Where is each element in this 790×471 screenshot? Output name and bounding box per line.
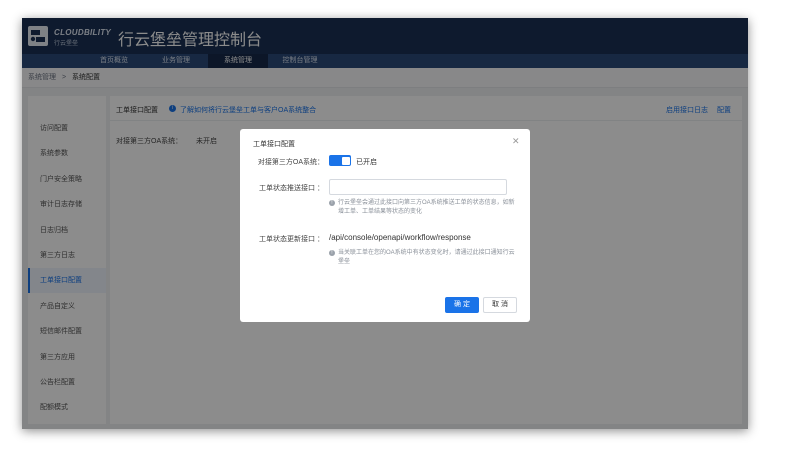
update-interface-hint: 当关联工单在您的OA系统中有状态变化时，请通过此接口通知行云堡垒 [338,250,515,265]
update-interface-value: /api/console/openapi/workflow/response [329,233,471,242]
update-interface-label: 工单状态更新接口 ： [259,236,324,243]
confirm-button[interactable]: 确 定 [445,297,479,313]
cancel-button[interactable]: 取 消 [483,297,517,313]
dialog-title: 工单接口配置 [253,141,295,148]
hint-icon: ! [329,250,335,256]
toggle-knob [342,156,350,165]
hint-icon: ! [329,200,335,206]
push-interface-label: 工单状态推送接口 ： [259,185,324,192]
push-interface-input[interactable] [329,179,507,195]
app-window: CLOUDBILITY 行云堡垒 行云堡垒管理控制台 首页概览 业务管理 系统管… [22,18,748,429]
oa-toggle-label: 对接第三方OA系统： [257,159,324,166]
oa-toggle-status: 已开启 [356,159,377,166]
oa-toggle-switch[interactable] [329,155,351,166]
ticket-interface-dialog: 工单接口配置 ✕ 对接第三方OA系统： 已开启 工单状态推送接口 ： ! 行云堡… [240,129,530,322]
push-interface-hint: 行云堡垒会通过此接口向第三方OA系统推送工单的状态信息，如新增工单、工单结果等状… [338,200,515,215]
close-icon[interactable]: ✕ [512,136,520,147]
